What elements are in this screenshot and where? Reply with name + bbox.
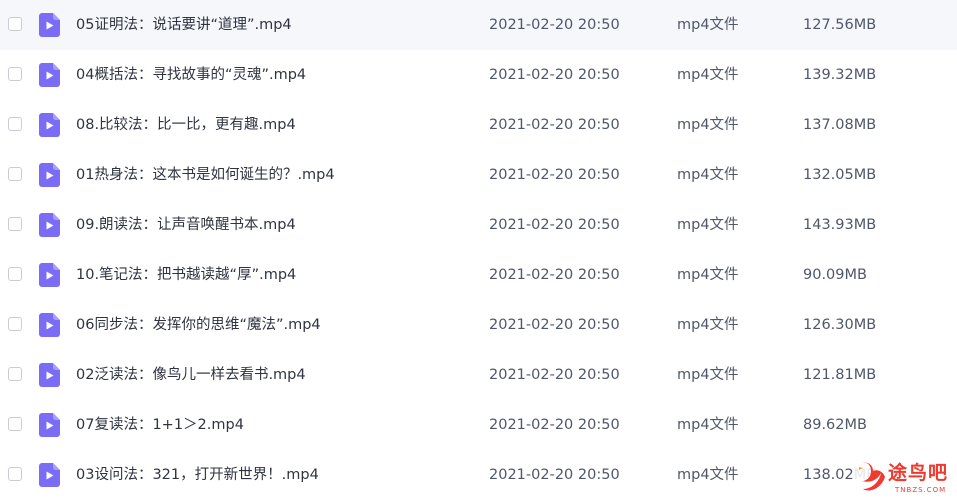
file-type: mp4文件 <box>677 67 739 83</box>
file-type: mp4文件 <box>677 117 739 133</box>
row-checkbox[interactable] <box>8 417 22 431</box>
row-checkbox[interactable] <box>8 67 22 81</box>
video-file-icon <box>39 363 60 387</box>
video-file-icon <box>39 263 60 287</box>
file-date: 2021-02-20 20:50 <box>489 367 620 383</box>
file-type: mp4文件 <box>677 367 739 383</box>
file-row[interactable]: 03设问法：321，打开新世界！.mp4 2021-02-20 20:50 mp… <box>0 450 957 499</box>
file-name[interactable]: 03设问法：321，打开新世界！.mp4 <box>76 450 319 499</box>
video-file-icon <box>39 113 60 137</box>
file-list: 05证明法：说话要讲“道理”.mp4 2021-02-20 20:50 mp4文… <box>0 0 957 499</box>
file-size: 137.08MB <box>803 117 877 133</box>
file-size: 127.56MB <box>803 17 877 33</box>
file-size: 143.93MB <box>803 217 877 233</box>
file-date: 2021-02-20 20:50 <box>489 17 620 33</box>
file-date: 2021-02-20 20:50 <box>489 167 620 183</box>
watermark-subtext: TNBZS.COM <box>895 486 947 494</box>
row-checkbox[interactable] <box>8 267 22 281</box>
video-file-icon <box>39 463 60 487</box>
file-row[interactable]: 01热身法：这本书是如何诞生的？.mp4 2021-02-20 20:50 mp… <box>0 150 957 200</box>
file-type: mp4文件 <box>677 167 739 183</box>
video-file-icon <box>39 313 60 337</box>
row-checkbox[interactable] <box>8 467 22 481</box>
file-type: mp4文件 <box>677 17 739 33</box>
file-name[interactable]: 08.比较法：比一比，更有趣.mp4 <box>76 100 296 150</box>
file-row[interactable]: 08.比较法：比一比，更有趣.mp4 2021-02-20 20:50 mp4文… <box>0 100 957 150</box>
file-name[interactable]: 09.朗读法：让声音唤醒书本.mp4 <box>76 200 296 250</box>
file-row[interactable]: 10.笔记法：把书越读越“厚”.mp4 2021-02-20 20:50 mp4… <box>0 250 957 300</box>
video-file-icon <box>39 413 60 437</box>
file-name[interactable]: 04概括法：寻找故事的“灵魂”.mp4 <box>76 50 306 100</box>
video-file-icon <box>39 163 60 187</box>
video-file-icon <box>39 63 60 87</box>
file-size: 139.32MB <box>803 67 877 83</box>
file-date: 2021-02-20 20:50 <box>489 417 620 433</box>
file-date: 2021-02-20 20:50 <box>489 267 620 283</box>
file-row[interactable]: 09.朗读法：让声音唤醒书本.mp4 2021-02-20 20:50 mp4文… <box>0 200 957 250</box>
file-name[interactable]: 05证明法：说话要讲“道理”.mp4 <box>76 0 292 50</box>
file-row[interactable]: 07复读法：1+1＞2.mp4 2021-02-20 20:50 mp4文件 8… <box>0 400 957 450</box>
row-checkbox[interactable] <box>8 117 22 131</box>
video-file-icon <box>39 213 60 237</box>
file-size: 121.81MB <box>803 367 877 383</box>
file-type: mp4文件 <box>677 417 739 433</box>
watermark: 途鸟吧 TNBZS.COM <box>855 456 957 499</box>
file-type: mp4文件 <box>677 217 739 233</box>
file-row[interactable]: 05证明法：说话要讲“道理”.mp4 2021-02-20 20:50 mp4文… <box>0 0 957 50</box>
watermark-text: 途鸟吧 <box>888 462 949 484</box>
bird-logo-icon <box>857 459 887 493</box>
file-date: 2021-02-20 20:50 <box>489 67 620 83</box>
file-size: 89.62MB <box>803 417 867 433</box>
file-name[interactable]: 06同步法：发挥你的思维“魔法”.mp4 <box>76 300 321 350</box>
file-date: 2021-02-20 20:50 <box>489 117 620 133</box>
file-type: mp4文件 <box>677 267 739 283</box>
file-date: 2021-02-20 20:50 <box>489 467 620 483</box>
file-row[interactable]: 06同步法：发挥你的思维“魔法”.mp4 2021-02-20 20:50 mp… <box>0 300 957 350</box>
file-row[interactable]: 02泛读法：像鸟儿一样去看书.mp4 2021-02-20 20:50 mp4文… <box>0 350 957 400</box>
file-name[interactable]: 07复读法：1+1＞2.mp4 <box>76 400 244 450</box>
file-type: mp4文件 <box>677 467 739 483</box>
row-checkbox[interactable] <box>8 217 22 231</box>
file-size: 132.05MB <box>803 167 877 183</box>
file-row[interactable]: 04概括法：寻找故事的“灵魂”.mp4 2021-02-20 20:50 mp4… <box>0 50 957 100</box>
file-name[interactable]: 10.笔记法：把书越读越“厚”.mp4 <box>76 250 296 300</box>
video-file-icon <box>39 13 60 37</box>
row-checkbox[interactable] <box>8 367 22 381</box>
file-size: 126.30MB <box>803 317 877 333</box>
file-date: 2021-02-20 20:50 <box>489 217 620 233</box>
file-name[interactable]: 01热身法：这本书是如何诞生的？.mp4 <box>76 150 335 200</box>
file-date: 2021-02-20 20:50 <box>489 317 620 333</box>
row-checkbox[interactable] <box>8 317 22 331</box>
file-size: 90.09MB <box>803 267 867 283</box>
row-checkbox[interactable] <box>8 17 22 31</box>
file-type: mp4文件 <box>677 317 739 333</box>
file-name[interactable]: 02泛读法：像鸟儿一样去看书.mp4 <box>76 350 306 400</box>
row-checkbox[interactable] <box>8 167 22 181</box>
